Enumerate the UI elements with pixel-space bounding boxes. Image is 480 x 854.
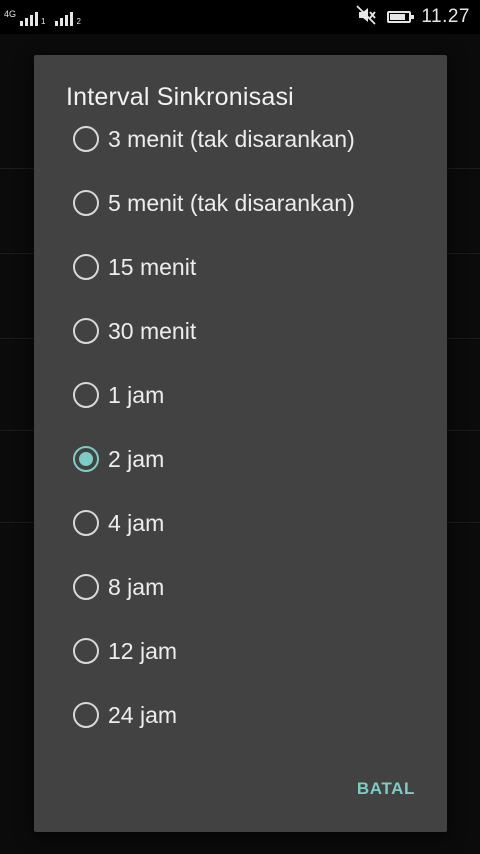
radio-unchecked-icon[interactable] [73, 190, 99, 216]
option-label: 8 jam [108, 573, 165, 600]
option-label: 12 jam [108, 637, 178, 664]
option-label: 3 menit (tak disarankan) [108, 125, 355, 152]
radio-unchecked-icon[interactable] [73, 126, 99, 152]
radio-unchecked-icon[interactable] [73, 702, 99, 728]
battery-icon [387, 11, 415, 23]
status-left: 4G 1 2 [4, 6, 81, 26]
radio-option[interactable]: 1 jam [34, 363, 447, 427]
radio-option[interactable]: 4 jam [34, 491, 447, 555]
radio-unchecked-icon[interactable] [73, 254, 99, 280]
sync-interval-dialog: Interval Sinkronisasi 3 menit (tak disar… [34, 55, 447, 832]
option-list: 3 menit (tak disarankan) 5 menit (tak dis… [34, 107, 447, 747]
signal-sim2-icon: 2 [55, 10, 81, 26]
radio-unchecked-icon[interactable] [73, 638, 99, 664]
option-label: 2 jam [108, 445, 165, 472]
option-label: 15 menit [108, 253, 197, 280]
status-right: 11.27 [355, 5, 470, 29]
option-label: 24 jam [108, 701, 178, 728]
radio-option[interactable]: 30 menit [34, 299, 447, 363]
radio-option[interactable]: 8 jam [34, 555, 447, 619]
radio-unchecked-icon[interactable] [73, 382, 99, 408]
status-bar: 4G 1 2 11.27 [0, 0, 480, 34]
radio-unchecked-icon[interactable] [73, 318, 99, 344]
clock: 11.27 [421, 6, 470, 27]
radio-option[interactable]: 12 jam [34, 619, 447, 683]
mute-icon [355, 4, 377, 30]
radio-unchecked-icon[interactable] [73, 510, 99, 536]
signal-sim1-icon: 4G 1 [4, 10, 45, 26]
cancel-button[interactable]: BATAL [357, 779, 415, 799]
network-type-label: 4G [4, 9, 17, 19]
radio-option[interactable]: 5 menit (tak disarankan) [34, 171, 447, 235]
sim1-index: 1 [41, 17, 46, 26]
option-label: 4 jam [108, 509, 165, 536]
radio-checked-icon[interactable] [73, 446, 99, 472]
radio-option[interactable]: 2 jam [34, 427, 447, 491]
radio-unchecked-icon[interactable] [73, 574, 99, 600]
option-label: 30 menit [108, 317, 197, 344]
radio-option[interactable]: 15 menit [34, 235, 447, 299]
option-label: 1 jam [108, 381, 165, 408]
radio-option[interactable]: 24 jam [34, 683, 447, 747]
option-label: 5 menit (tak disarankan) [108, 189, 355, 216]
sim2-index: 2 [76, 17, 81, 26]
battery-fill [390, 14, 406, 20]
radio-option[interactable]: 3 menit (tak disarankan) [34, 107, 447, 171]
